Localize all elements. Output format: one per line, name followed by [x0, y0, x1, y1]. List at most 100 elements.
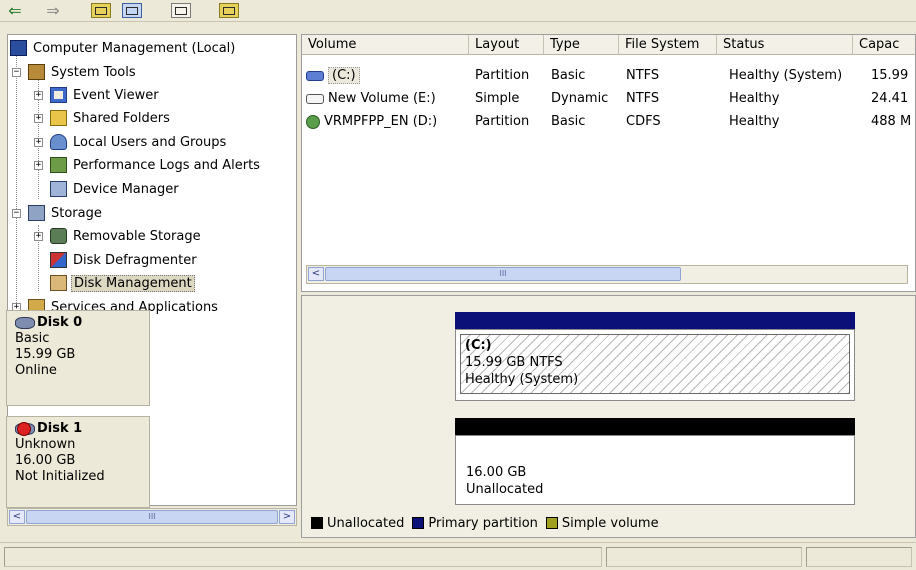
disk-not-initialized-icon	[15, 422, 35, 436]
tree-node-local-users[interactable]: Local Users and Groups	[50, 131, 228, 153]
volume-capacity: 488 M	[871, 114, 912, 129]
volume-list-horizontal-scrollbar[interactable]: < III	[306, 265, 908, 284]
volume-name: (C:)	[328, 67, 360, 84]
disk-name: Disk 0	[37, 315, 83, 330]
back-arrow-icon[interactable]: ⇐	[6, 2, 24, 19]
volume-capacity: 24.41	[871, 91, 909, 106]
defragmenter-icon	[50, 252, 67, 268]
volume-layout: Partition	[475, 68, 530, 83]
scroll-thumb[interactable]: III	[26, 510, 278, 524]
disk-1-info[interactable]: Disk 1 Unknown 16.00 GB Not Initialized	[6, 416, 150, 508]
volume-name: VRMPFPP_EN (D:)	[324, 114, 438, 129]
tree-label: Local Users and Groups	[73, 134, 227, 150]
tree-node-disk-defragmenter[interactable]: Disk Defragmenter	[50, 249, 199, 271]
column-header-capacity[interactable]: Capac	[853, 35, 915, 55]
partition-detail: 15.99 GB NTFS	[465, 355, 563, 370]
tree-node-system-tools[interactable]: System Tools	[28, 61, 138, 83]
shared-folder-icon	[50, 110, 67, 126]
partition-status: Healthy (System)	[465, 372, 579, 387]
table-row[interactable]: New Volume (E:) Simple Dynamic NTFS Heal…	[302, 88, 915, 110]
volume-list[interactable]: Volume Layout Type File System Status Ca…	[301, 34, 916, 292]
expand-icon[interactable]: +	[34, 114, 43, 123]
table-row[interactable]: VRMPFPP_EN (D:) Partition Basic CDFS Hea…	[302, 111, 915, 133]
disk-management-icon	[50, 275, 67, 291]
legend-label: Simple volume	[561, 515, 659, 531]
tree-node-device-manager[interactable]: Device Manager	[50, 178, 181, 200]
table-row[interactable]: (C:) Partition Basic NTFS Healthy (Syste…	[302, 65, 915, 87]
tree-label: Disk Defragmenter	[73, 252, 197, 268]
volume-name: New Volume (E:)	[328, 91, 436, 106]
tree-label: Performance Logs and Alerts	[73, 157, 260, 173]
computer-icon	[10, 40, 27, 56]
tree-label: Shared Folders	[73, 110, 170, 126]
volume-type: Basic	[551, 114, 586, 129]
column-header-type[interactable]: Type	[544, 35, 619, 55]
export-list-icon[interactable]	[170, 2, 192, 19]
volume-file-system: NTFS	[626, 91, 660, 106]
disk-size: 15.99 GB	[15, 347, 76, 362]
column-header-status[interactable]: Status	[717, 35, 853, 55]
expand-icon[interactable]: +	[34, 161, 43, 170]
tree-label: System Tools	[51, 64, 136, 80]
device-manager-icon	[50, 181, 67, 197]
tree-label: Storage	[51, 205, 102, 221]
tree-label: Event Viewer	[73, 87, 159, 103]
tree-node-event-viewer[interactable]: Event Viewer	[50, 84, 161, 106]
tree-horizontal-scrollbar[interactable]: < III >	[7, 508, 297, 526]
legend-swatch-primary	[412, 517, 425, 529]
volume-capacity: 15.99	[871, 68, 909, 83]
partition-label: (C:)	[465, 338, 492, 353]
tree-node-storage[interactable]: Storage	[28, 202, 104, 224]
help-icon[interactable]	[218, 2, 240, 19]
storage-icon	[28, 205, 45, 221]
disk-size: 16.00 GB	[15, 453, 76, 468]
tree-label: Device Manager	[73, 181, 179, 197]
disk-icon	[15, 317, 35, 329]
toolbar: ⇐ ⇒	[0, 0, 916, 22]
column-header-file-system[interactable]: File System	[619, 35, 717, 55]
volume-icon	[306, 70, 324, 81]
disk-kind: Basic	[15, 331, 50, 346]
scroll-left-button[interactable]: <	[308, 267, 324, 281]
expand-icon[interactable]: +	[34, 232, 43, 241]
volume-file-system: NTFS	[626, 68, 660, 83]
tree-label: Removable Storage	[73, 228, 201, 244]
event-viewer-icon	[50, 87, 67, 103]
expand-icon[interactable]: +	[34, 91, 43, 100]
tree-node-shared-folders[interactable]: Shared Folders	[50, 107, 172, 129]
partition-status: Unallocated	[466, 482, 544, 497]
column-header-layout[interactable]: Layout	[469, 35, 544, 55]
users-icon	[50, 134, 67, 150]
tree-node-computer-management[interactable]: Computer Management (Local)	[10, 37, 237, 59]
volume-layout: Partition	[475, 114, 530, 129]
forward-arrow-icon[interactable]: ⇒	[44, 2, 62, 19]
scroll-left-button[interactable]: <	[9, 510, 25, 524]
disk-state: Not Initialized	[15, 469, 105, 484]
status-panel	[4, 547, 602, 567]
toolbox-icon	[28, 64, 45, 80]
disk-name: Disk 1	[37, 421, 83, 436]
scroll-right-button[interactable]: >	[279, 510, 295, 524]
legend-swatch-simple	[545, 517, 558, 529]
show-hide-tree-icon[interactable]	[90, 2, 112, 19]
collapse-icon[interactable]: −	[12, 68, 21, 77]
collapse-icon[interactable]: −	[12, 209, 21, 218]
disk-kind: Unknown	[15, 437, 76, 452]
tree-label: Computer Management (Local)	[33, 40, 236, 56]
disk-0-info[interactable]: Disk 0 Basic 15.99 GB Online	[6, 310, 150, 406]
partition-c[interactable]: (C:) 15.99 GB NTFS Healthy (System)	[455, 329, 855, 401]
column-header-volume[interactable]: Volume	[302, 35, 469, 55]
legend-label: Primary partition	[428, 515, 538, 531]
tree-node-disk-management[interactable]: Disk Management	[50, 272, 195, 294]
scroll-thumb[interactable]: III	[325, 267, 681, 281]
tree-node-performance-logs[interactable]: Performance Logs and Alerts	[50, 154, 262, 176]
partition-unallocated[interactable]: 16.00 GB Unallocated	[455, 435, 855, 505]
disk-state: Online	[15, 363, 57, 378]
expand-icon[interactable]: +	[34, 138, 43, 147]
tree-node-removable-storage[interactable]: Removable Storage	[50, 225, 203, 247]
volume-status: Healthy	[729, 91, 780, 106]
properties-icon[interactable]	[120, 2, 144, 19]
removable-storage-icon	[50, 228, 67, 244]
partition-detail: 16.00 GB	[466, 465, 527, 480]
status-bar	[0, 542, 916, 570]
